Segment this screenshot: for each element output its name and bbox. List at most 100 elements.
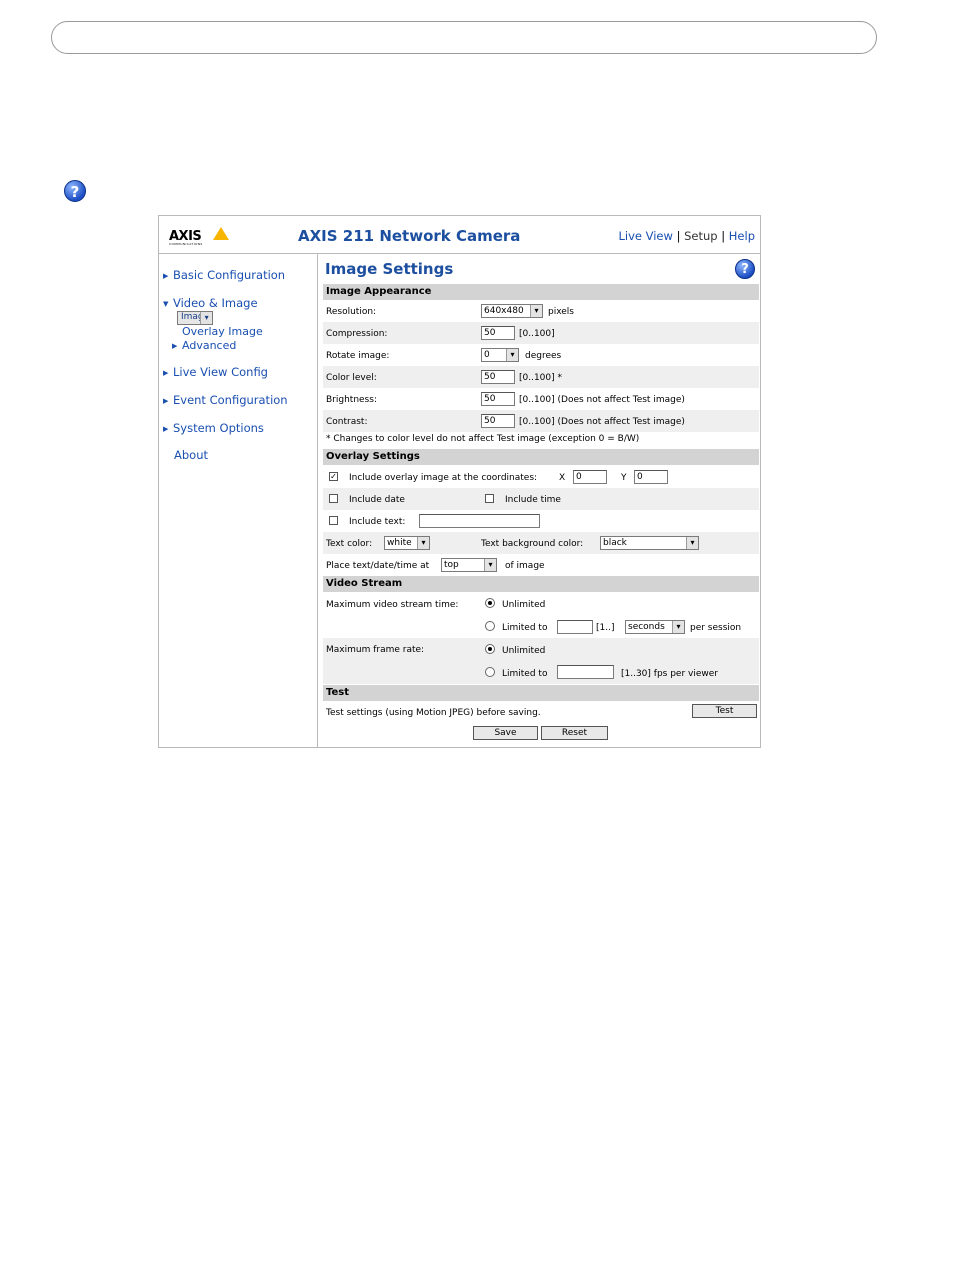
stream-time-limited-radio[interactable] (485, 621, 495, 631)
chevron-right-icon: ▶ (172, 342, 178, 350)
separator: | (721, 229, 726, 243)
include-overlay-checkbox[interactable]: ✓ (329, 472, 338, 481)
note-row: * Changes to color level do not affect T… (323, 430, 759, 448)
contrast-input[interactable]: 50 (481, 414, 515, 428)
nav-video-image[interactable]: ▼ Video & Image (163, 296, 258, 310)
max-frame-rate-label: Maximum frame rate: (326, 645, 425, 655)
separator: | (676, 229, 681, 243)
placement-row: Place text/date/time at top of image (323, 554, 759, 576)
text-color-row: Text color: white Text background color:… (323, 532, 759, 554)
camera-web-interface: AXIS COMMUNICATIONS AXIS 211 Network Cam… (158, 215, 761, 748)
overlay-y-input[interactable]: 0 (634, 470, 668, 484)
nav-basic-configuration[interactable]: ▶ Basic Configuration (163, 268, 285, 282)
placement-select[interactable]: top (441, 558, 497, 572)
max-stream-time-label: Maximum video stream time: (326, 600, 459, 610)
frame-rate-input[interactable] (557, 665, 614, 679)
limited-to-label: Limited to (502, 669, 548, 679)
axis-logo: AXIS COMMUNICATIONS (169, 225, 229, 247)
include-date-label: Include date (349, 495, 405, 505)
nav-label: Advanced (182, 339, 237, 352)
max-frame-rate-row: Maximum frame rate: Unlimited Limited to… (323, 638, 759, 684)
y-label: Y (621, 473, 627, 483)
rotate-unit: degrees (525, 351, 562, 361)
text-color-select[interactable]: white (384, 536, 430, 550)
overlay-text-input[interactable] (419, 514, 540, 528)
logo-triangle-icon (213, 227, 229, 240)
product-title: AXIS 211 Network Camera (298, 227, 521, 245)
stream-time-unlimited-radio[interactable] (485, 598, 495, 608)
nav-label: Basic Configuration (173, 268, 286, 282)
nav-live-view-config[interactable]: ▶ Live View Config (163, 365, 268, 379)
contrast-row: Contrast: 50 [0..100] (Does not affect T… (323, 410, 759, 432)
include-time-label: Include time (505, 495, 561, 505)
contrast-range: [0..100] (Does not affect Test image) (519, 417, 685, 427)
compression-label: Compression: (326, 329, 388, 339)
color-level-input[interactable]: 50 (481, 370, 515, 384)
section-test: Test (323, 685, 759, 701)
nav-system-options[interactable]: ▶ System Options (163, 421, 264, 435)
color-level-label: Color level: (326, 373, 377, 383)
brightness-label: Brightness: (326, 395, 377, 405)
brightness-row: Brightness: 50 [0..100] (Does not affect… (323, 388, 759, 410)
help-icon: ? (64, 180, 86, 202)
stream-time-input[interactable] (557, 620, 593, 634)
color-level-note: * Changes to color level do not affect T… (326, 434, 640, 444)
top-links: Live View | Setup | Help (618, 229, 755, 243)
text-bg-color-select[interactable]: black (600, 536, 699, 550)
help-icon[interactable]: ? (735, 259, 755, 279)
stream-time-unit-select[interactable]: seconds (625, 620, 685, 634)
nav-label: System Options (173, 421, 264, 435)
include-text-checkbox[interactable] (329, 516, 338, 525)
test-description: Test settings (using Motion JPEG) before… (326, 708, 541, 718)
max-stream-time-row: Maximum video stream time: Unlimited (323, 593, 759, 615)
compression-range: [0..100] (519, 329, 555, 339)
rotate-select[interactable]: 0 (481, 348, 519, 362)
rotate-label: Rotate image: (326, 351, 390, 361)
text-bg-color-label: Text background color: (481, 539, 584, 549)
placement-suffix: of image (505, 561, 545, 571)
chevron-right-icon: ▶ (163, 272, 169, 280)
nav-overlay-image[interactable]: Overlay Image (182, 325, 263, 338)
section-overlay-settings: Overlay Settings (323, 449, 759, 465)
include-text-label: Include text: (349, 517, 406, 527)
frame-rate-limited-radio[interactable] (485, 667, 495, 677)
test-button[interactable]: Test (692, 704, 757, 718)
x-label: X (559, 473, 566, 483)
text-color-label: Text color: (326, 539, 373, 549)
stream-time-range: [1..] (596, 623, 615, 633)
rotate-row: Rotate image: 0 degrees (323, 344, 759, 366)
nav-image[interactable]: Image (177, 311, 214, 325)
frame-rate-range: [1..30] fps per viewer (621, 669, 718, 679)
include-time-checkbox[interactable] (485, 494, 494, 503)
color-level-row: Color level: 50 [0..100] * (323, 366, 759, 388)
brightness-input[interactable]: 50 (481, 392, 515, 406)
help-link[interactable]: Help (729, 229, 755, 243)
nav-event-configuration[interactable]: ▶ Event Configuration (163, 393, 288, 407)
compression-input[interactable]: 50 (481, 326, 515, 340)
section-image-appearance: Image Appearance (323, 284, 759, 300)
overlay-x-input[interactable]: 0 (573, 470, 607, 484)
overlay-image-row: ✓ Include overlay image at the coordinat… (323, 466, 759, 488)
main-panel: Image Settings ? Image Appearance Resolu… (323, 254, 759, 747)
nav-about[interactable]: About (174, 448, 208, 462)
include-date-checkbox[interactable] (329, 494, 338, 503)
contrast-label: Contrast: (326, 417, 368, 427)
frame-rate-unlimited-radio[interactable] (485, 644, 495, 654)
reset-button[interactable]: Reset (541, 726, 608, 740)
section-video-stream: Video Stream (323, 576, 759, 592)
nav-advanced[interactable]: ▶ Advanced (172, 339, 236, 352)
nav-label: Event Configuration (173, 393, 288, 407)
chevron-right-icon: ▶ (163, 397, 169, 405)
chevron-right-icon: ▶ (163, 369, 169, 377)
chevron-down-icon: ▼ (163, 300, 169, 308)
include-overlay-label: Include overlay image at the coordinates… (349, 473, 538, 483)
live-view-link[interactable]: Live View (618, 229, 672, 243)
save-button[interactable]: Save (473, 726, 538, 740)
resolution-unit: pixels (548, 307, 574, 317)
resolution-select[interactable]: 640x480 (481, 304, 543, 318)
unlimited-label: Unlimited (502, 646, 546, 656)
per-session-label: per session (690, 623, 742, 633)
placement-label: Place text/date/time at (326, 561, 430, 571)
include-text-row: Include text: (323, 510, 759, 532)
setup-link[interactable]: Setup (684, 229, 717, 243)
